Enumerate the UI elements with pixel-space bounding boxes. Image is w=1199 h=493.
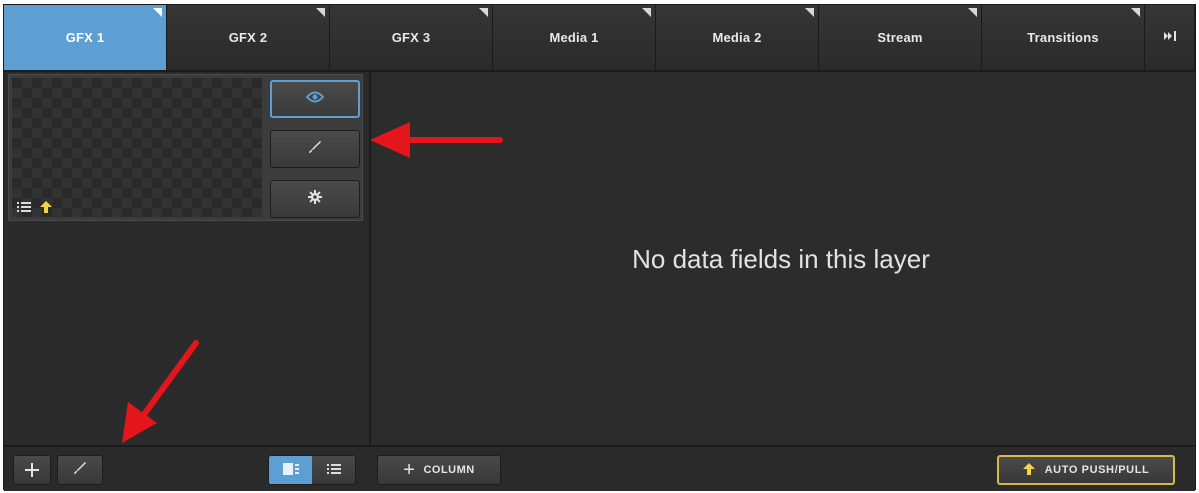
thumbnail-controls xyxy=(16,200,54,214)
add-column-label: COLUMN xyxy=(423,464,475,476)
plus-icon: + xyxy=(403,458,416,481)
brush-icon xyxy=(308,140,322,159)
tab-label: Media 1 xyxy=(549,30,599,45)
tab-media-1[interactable]: Media 1 xyxy=(493,5,656,70)
add-layer-button[interactable] xyxy=(13,455,51,485)
tab-media-2[interactable]: Media 2 xyxy=(656,5,819,70)
brush-icon xyxy=(73,461,87,480)
app-window: GFX 1 GFX 2 GFX 3 Media 1 Media 2 Stream… xyxy=(3,4,1196,491)
edit-button[interactable] xyxy=(57,455,103,485)
tab-label: Media 2 xyxy=(712,30,762,45)
gear-icon xyxy=(308,189,322,209)
list-view-icon xyxy=(326,463,341,478)
tab-label: GFX 1 xyxy=(65,30,105,45)
auto-push-pull-button[interactable]: AUTO PUSH/PULL xyxy=(997,455,1175,485)
auto-push-pull-label: AUTO PUSH/PULL xyxy=(1044,464,1150,476)
grid-view-button[interactable] xyxy=(269,456,312,484)
add-column-button[interactable]: + COLUMN xyxy=(377,455,501,485)
data-fields-panel: No data fields in this layer xyxy=(371,72,1195,445)
tab-scroll-end-button[interactable] xyxy=(1145,5,1195,70)
layer-settings-button[interactable] xyxy=(270,180,360,218)
corner-marker-icon xyxy=(153,8,162,17)
corner-marker-icon xyxy=(642,8,651,17)
bottom-toolbar: + COLUMN AUTO PUSH/PULL xyxy=(4,445,1195,491)
eye-icon xyxy=(305,90,325,108)
corner-marker-icon xyxy=(805,8,814,17)
edit-layer-button[interactable] xyxy=(270,130,360,168)
corner-marker-icon xyxy=(1131,8,1140,17)
skip-to-end-icon xyxy=(1163,30,1177,45)
empty-state-message: No data fields in this layer xyxy=(632,244,930,274)
grid-view-icon xyxy=(282,462,299,478)
tab-label: GFX 3 xyxy=(391,30,431,45)
tab-gfx-2[interactable]: GFX 2 xyxy=(167,5,330,70)
tab-transitions[interactable]: Transitions xyxy=(982,5,1145,70)
tab-stream[interactable]: Stream xyxy=(819,5,982,70)
corner-marker-icon xyxy=(316,8,325,17)
plus-icon xyxy=(25,457,39,483)
view-toggle xyxy=(268,455,356,485)
preview-button[interactable] xyxy=(270,80,360,118)
arrow-up-icon[interactable] xyxy=(38,200,54,214)
tab-gfx-3[interactable]: GFX 3 xyxy=(330,5,493,70)
tab-label: Stream xyxy=(877,30,923,45)
tab-bar: GFX 1 GFX 2 GFX 3 Media 1 Media 2 Stream… xyxy=(4,5,1195,72)
layer-thumbnail[interactable] xyxy=(12,78,262,217)
corner-marker-icon xyxy=(479,8,488,17)
tab-label: Transitions xyxy=(1027,30,1099,45)
tab-label: GFX 2 xyxy=(228,30,268,45)
layer-card[interactable] xyxy=(8,74,363,221)
arrow-up-icon xyxy=(1022,462,1035,478)
list-view-button[interactable] xyxy=(312,456,355,484)
layers-panel xyxy=(4,72,371,445)
list-icon[interactable] xyxy=(16,200,32,214)
tab-gfx-1[interactable]: GFX 1 xyxy=(4,5,167,70)
corner-marker-icon xyxy=(968,8,977,17)
